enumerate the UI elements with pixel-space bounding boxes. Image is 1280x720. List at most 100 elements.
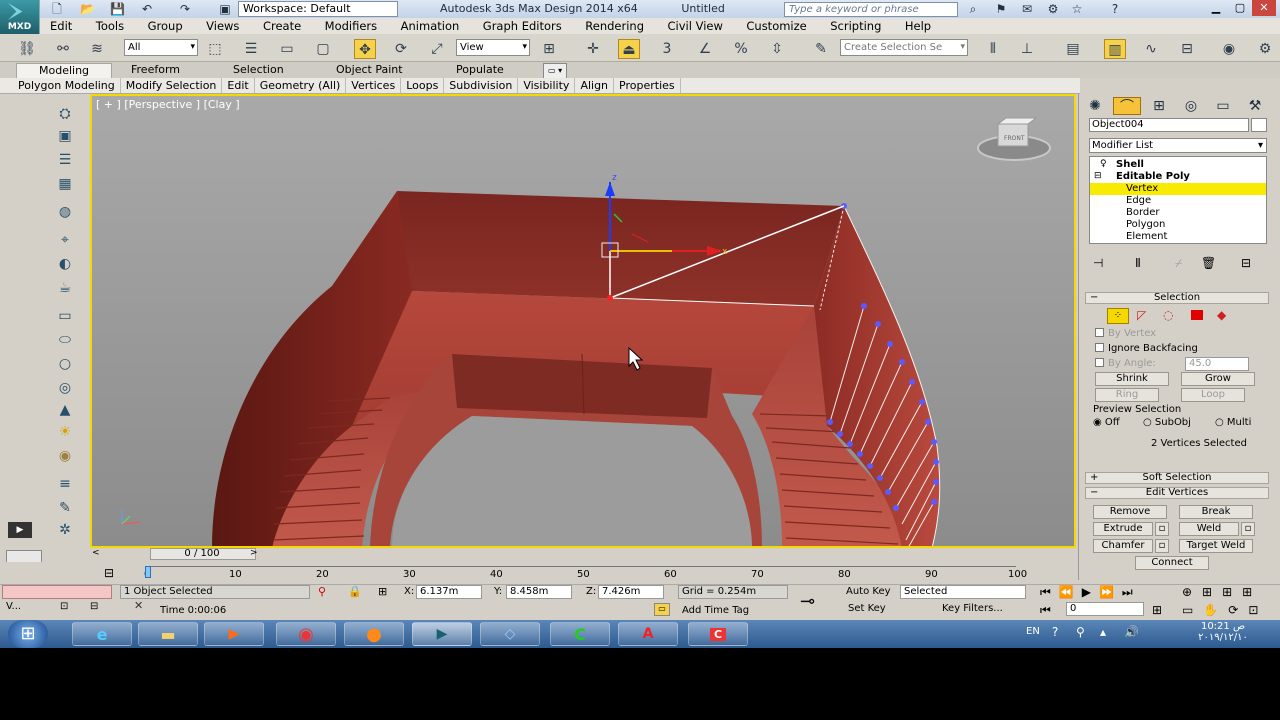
stack-item-polygon[interactable]: Polygon — [1090, 219, 1266, 231]
teapot-tool-icon[interactable]: ☕ — [50, 278, 80, 298]
preview-subobj-radio[interactable]: ○ SubObj — [1143, 417, 1191, 429]
target-weld-button[interactable]: Target Weld — [1179, 539, 1253, 553]
key-mode-toggle-icon[interactable]: ⏮ — [1040, 603, 1051, 618]
panel-subdivision[interactable]: Subdivision — [444, 78, 519, 93]
absolute-offset-icon[interactable]: ⊞ — [378, 585, 387, 598]
grow-button[interactable]: Grow — [1181, 372, 1255, 386]
isolate-selection-icon[interactable]: ⚲ — [318, 585, 326, 598]
taskbar-firefox-icon[interactable]: ● — [344, 622, 404, 646]
ribbon-options-icon[interactable]: ▭ ▾ — [543, 63, 568, 79]
panel-modify-selection[interactable]: Modify Selection — [121, 78, 223, 93]
extrude-settings-icon[interactable]: ▫ — [1155, 522, 1169, 536]
app-logo-button[interactable]: MXD — [0, 0, 40, 34]
selection-rollout-header[interactable]: − Selection — [1085, 292, 1269, 304]
panel-align[interactable]: Align — [575, 78, 615, 93]
tab-modeling[interactable]: Modeling — [16, 63, 113, 78]
communication-icon[interactable]: ✉ — [1020, 2, 1034, 16]
menu-group[interactable]: Group — [138, 18, 193, 34]
select-move-icon[interactable]: ✥ — [354, 39, 376, 59]
configure-modifier-sets-icon[interactable]: ⊟ — [1241, 256, 1251, 270]
by-vertex-checkbox[interactable]: By Vertex — [1095, 328, 1156, 340]
project-folder-icon[interactable]: ▣ — [218, 2, 232, 16]
z-coordinate-field[interactable]: 7.426m — [598, 585, 664, 599]
key-mode-dropdown[interactable]: Selected — [900, 585, 1026, 599]
unlink-icon[interactable]: ⚯ — [52, 39, 74, 59]
y-coordinate-field[interactable]: 8.458m — [506, 585, 572, 599]
listener-window-icon[interactable]: ⊡ — [60, 601, 68, 612]
border-mode-icon[interactable]: ◌ — [1163, 308, 1173, 322]
menu-scripting[interactable]: Scripting — [820, 18, 891, 34]
workspace-dropdown[interactable]: Workspace: Default — [238, 1, 398, 17]
list-tool-icon[interactable]: ☰ — [50, 150, 80, 170]
save-icon[interactable]: 💾 — [110, 2, 125, 16]
viewport-scene[interactable]: z x FRONT — [92, 96, 1074, 546]
start-button[interactable]: ⊞ — [8, 620, 48, 648]
language-indicator[interactable]: EN — [1026, 626, 1040, 637]
utilities-panel-icon[interactable]: ⚒ — [1241, 97, 1269, 115]
taskbar-camtasia-icon[interactable]: C — [550, 622, 610, 646]
select-by-name-icon[interactable]: ☰ — [240, 39, 262, 59]
tab-freeform[interactable]: Freeform — [131, 63, 180, 77]
panel-geometry-all[interactable]: Geometry (All) — [255, 78, 347, 93]
expand-minus-icon[interactable]: ⊟ — [1094, 171, 1102, 181]
key-icon[interactable]: ⊸ — [800, 591, 815, 612]
listener-close-icon[interactable]: ✕ — [134, 599, 143, 612]
next-frame-icon[interactable]: > — [250, 548, 258, 558]
select-object-icon[interactable]: ⬚ — [204, 39, 226, 59]
add-time-tag-icon[interactable]: ▭ — [654, 603, 670, 616]
align-icon[interactable]: ⊥ — [1016, 39, 1038, 59]
select-manipulate-icon[interactable]: ✛ — [582, 39, 604, 59]
ignore-backfacing-checkbox[interactable]: Ignore Backfacing — [1095, 343, 1198, 355]
percent-snap-icon[interactable]: % — [730, 39, 752, 59]
key-filters-button[interactable]: Key Filters... — [942, 603, 1003, 614]
x-coordinate-field[interactable]: 6.137m — [416, 585, 482, 599]
time-configuration-icon[interactable]: ⊞ — [1152, 603, 1162, 617]
viewport-nav-top[interactable]: ⊕⊞⊞⊞ — [1182, 585, 1262, 599]
object-name-field[interactable]: Object004 — [1089, 118, 1249, 132]
menu-graph-editors[interactable]: Graph Editors — [473, 18, 572, 34]
render-setup-icon[interactable]: ⚙ — [1254, 39, 1276, 59]
material-tool-icon[interactable]: ◍ — [50, 202, 80, 222]
auto-key-button[interactable]: Auto Key — [846, 586, 891, 597]
menu-create[interactable]: Create — [253, 18, 311, 34]
edit-vertices-rollout-header[interactable]: − Edit Vertices — [1085, 487, 1269, 499]
menu-edit[interactable]: Edit — [40, 18, 82, 34]
camera-tool-icon[interactable]: ⌖ — [50, 230, 80, 250]
snaps-toggle-icon[interactable]: 3 — [656, 39, 678, 59]
extrude-button[interactable]: Extrude — [1093, 522, 1153, 536]
set-key-button[interactable]: Set Key — [848, 603, 886, 614]
stack-item-editable-poly[interactable]: Editable Poly — [1090, 171, 1266, 183]
search-input[interactable]: Type a keyword or phrase — [784, 2, 958, 17]
menu-civil-view[interactable]: Civil View — [658, 18, 733, 34]
angle-snap-icon[interactable]: ∠ — [694, 39, 716, 59]
prev-frame-icon[interactable]: < — [92, 548, 100, 558]
torus-primitive-icon[interactable]: ◎ — [50, 378, 80, 398]
named-selection-dropdown[interactable]: Create Selection Se — [840, 39, 968, 56]
environment-icon[interactable]: ◉ — [50, 446, 80, 466]
select-scale-icon[interactable]: ⤢ — [426, 39, 448, 59]
menu-help[interactable]: Help — [895, 18, 941, 34]
stack-tool-icon[interactable]: ≡ — [50, 474, 80, 494]
listener-save-icon[interactable]: ⊟ — [90, 601, 98, 612]
menu-rendering[interactable]: Rendering — [575, 18, 654, 34]
stack-item-edge[interactable]: Edge — [1090, 195, 1266, 207]
curve-editor-mini-icon[interactable]: ⊟ — [104, 566, 114, 580]
remove-modifier-icon[interactable]: 🗑 — [1201, 256, 1216, 270]
new-icon[interactable]: 🗋 — [50, 2, 64, 16]
panel-vertices[interactable]: Vertices — [346, 78, 402, 93]
selection-filter-dropdown[interactable]: All — [124, 39, 198, 56]
edit-named-selection-icon[interactable]: ✎ — [810, 39, 832, 59]
play-icon[interactable]: ▶ — [8, 522, 32, 538]
shrink-button[interactable]: Shrink — [1095, 372, 1169, 386]
exchange-icon[interactable]: ⚙ — [1046, 2, 1060, 16]
stack-item-element[interactable]: Element — [1090, 231, 1266, 243]
stack-item-vertex[interactable]: Vertex — [1090, 183, 1266, 195]
by-angle-checkbox[interactable]: By Angle: — [1095, 358, 1156, 370]
rectangle-selection-icon[interactable]: ▭ — [276, 39, 298, 59]
menu-tools[interactable]: Tools — [86, 18, 134, 34]
time-cursor[interactable] — [145, 566, 151, 578]
create-panel-icon[interactable]: ✺ — [1081, 97, 1109, 115]
taskbar-explorer-icon[interactable]: ▬ — [138, 622, 198, 646]
current-frame-field[interactable]: 0 — [1066, 602, 1144, 616]
maximize-button[interactable]: ▢ — [1228, 0, 1252, 16]
